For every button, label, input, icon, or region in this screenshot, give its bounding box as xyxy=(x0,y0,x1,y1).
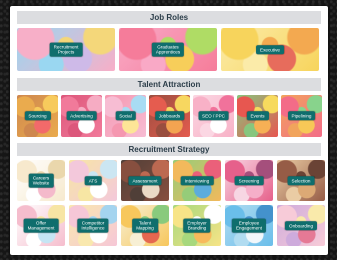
tile-advertising[interactable]: Advertising xyxy=(61,95,102,137)
tile-interviewing[interactable]: Interviewing xyxy=(173,160,221,201)
tile-selection[interactable]: Selection xyxy=(277,160,325,201)
section-header-talent-attraction: Talent Attraction xyxy=(17,78,321,91)
tile-pipelining[interactable]: Pipelining xyxy=(281,95,322,137)
tile-label: Employer Branding xyxy=(183,218,211,233)
tile-talent-mapping[interactable]: Talent Mapping xyxy=(121,205,169,246)
tile-employer-branding[interactable]: Employer Branding xyxy=(173,205,221,246)
tile-careers-website[interactable]: Careers Website xyxy=(17,160,65,201)
tile-screening[interactable]: Screening xyxy=(225,160,273,201)
tile-onboarding[interactable]: Onboarding xyxy=(277,205,325,246)
tile-label: Selection xyxy=(287,175,315,186)
background: Job Roles Recruitment Projects Graduates … xyxy=(0,0,337,260)
tile-executive[interactable]: Executive xyxy=(221,28,319,71)
tile-label: ATS xyxy=(84,175,102,186)
tile-label: Executive xyxy=(256,44,284,55)
tile-seo-ppc[interactable]: SEO / PPC xyxy=(193,95,234,137)
tile-events[interactable]: Events xyxy=(237,95,278,137)
tile-label: Sourcing xyxy=(24,111,51,121)
tile-label: Pipelining xyxy=(287,111,316,121)
tile-recruitment-projects[interactable]: Recruitment Projects xyxy=(17,28,115,71)
tile-label: Social xyxy=(115,111,136,121)
tile-label: Advertising xyxy=(66,111,97,121)
tile-label: Assessment xyxy=(128,175,162,186)
tile-label: Offer Management xyxy=(23,218,59,233)
tile-label: Jobboards xyxy=(154,111,185,121)
tile-label: Onboarding xyxy=(284,220,318,231)
tile-graduates-apprentices[interactable]: Graduates Apprentices xyxy=(119,28,217,71)
tile-ats[interactable]: ATS xyxy=(69,160,117,201)
tile-label: Employee Engagement xyxy=(231,218,267,233)
tile-label: Screening xyxy=(234,175,264,186)
tile-jobboards[interactable]: Jobboards xyxy=(149,95,190,137)
section-header-job-roles: Job Roles xyxy=(17,11,321,24)
tile-competitor-intelligence[interactable]: Competitor Intelligence xyxy=(69,205,117,246)
tile-label: Recruitment Projects xyxy=(49,42,83,57)
tile-sourcing[interactable]: Sourcing xyxy=(17,95,58,137)
tile-label: Events xyxy=(246,111,269,121)
tile-label: SEO / PPC xyxy=(198,111,229,121)
tile-label: Competitor Intelligence xyxy=(77,218,109,233)
tile-employee-engagement[interactable]: Employee Engagement xyxy=(225,205,273,246)
infographic-panel: Job Roles Recruitment Projects Graduates … xyxy=(10,6,328,255)
tile-label: Graduates Apprentices xyxy=(151,42,185,57)
tile-assessment[interactable]: Assessment xyxy=(121,160,169,201)
tile-offer-management[interactable]: Offer Management xyxy=(17,205,65,246)
section-header-recruitment-strategy: Recruitment Strategy xyxy=(17,143,321,156)
tile-label: Careers Website xyxy=(28,173,54,188)
tile-social[interactable]: Social xyxy=(105,95,146,137)
tile-label: Interviewing xyxy=(180,175,214,186)
tile-label: Talent Mapping xyxy=(132,218,158,233)
